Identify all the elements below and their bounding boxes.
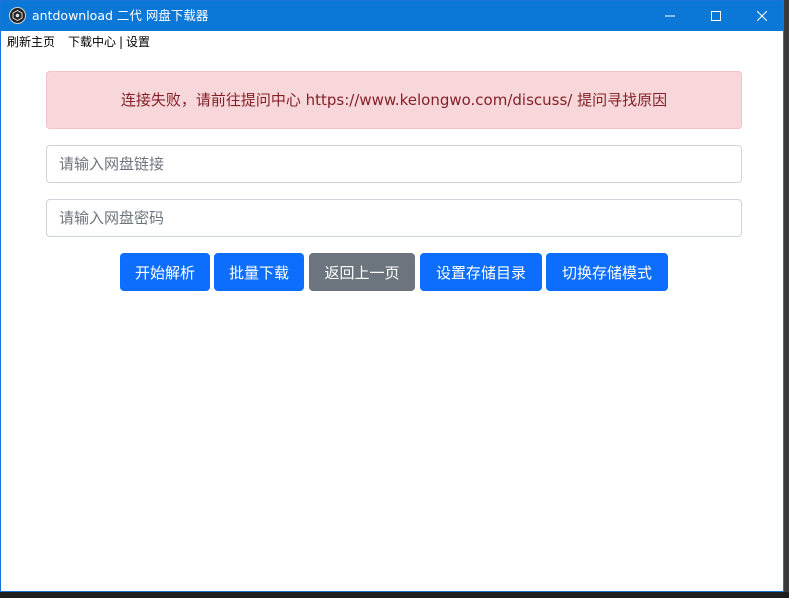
minimize-icon: [665, 15, 675, 17]
set-storage-directory-button[interactable]: 设置存储目录: [420, 253, 542, 291]
go-back-button[interactable]: 返回上一页: [309, 253, 415, 291]
switch-storage-mode-button[interactable]: 切换存储模式: [546, 253, 668, 291]
menu-item-settings[interactable]: 设置: [126, 31, 150, 53]
maximize-button[interactable]: [693, 1, 739, 31]
maximize-icon: [711, 11, 721, 21]
menu-bar: 刷新主页 下载中心 | 设置: [1, 31, 783, 53]
menu-separator: |: [119, 35, 124, 49]
minimize-button[interactable]: [647, 1, 693, 31]
antdownload-logo-icon: [9, 7, 26, 24]
start-parse-button[interactable]: 开始解析: [120, 253, 210, 291]
share-link-input[interactable]: [46, 145, 742, 183]
menu-item-refresh-home[interactable]: 刷新主页: [7, 31, 55, 53]
connection-error-alert: 连接失败，请前往提问中心 https://www.kelongwo.com/di…: [46, 71, 742, 129]
desktop-background: [784, 0, 789, 598]
app-window: antdownload 二代 网盘下载器 刷新主页 下载中心 | 设置 连接失败…: [0, 0, 784, 592]
menu-item-download-center[interactable]: 下载中心: [68, 31, 116, 53]
close-button[interactable]: [739, 1, 783, 31]
title-bar[interactable]: antdownload 二代 网盘下载器: [1, 1, 783, 31]
window-title: antdownload 二代 网盘下载器: [32, 8, 209, 23]
desktop-background-bottom: [0, 592, 789, 598]
close-icon: [757, 11, 767, 21]
share-password-input[interactable]: [46, 199, 742, 237]
batch-download-button[interactable]: 批量下载: [214, 253, 304, 291]
